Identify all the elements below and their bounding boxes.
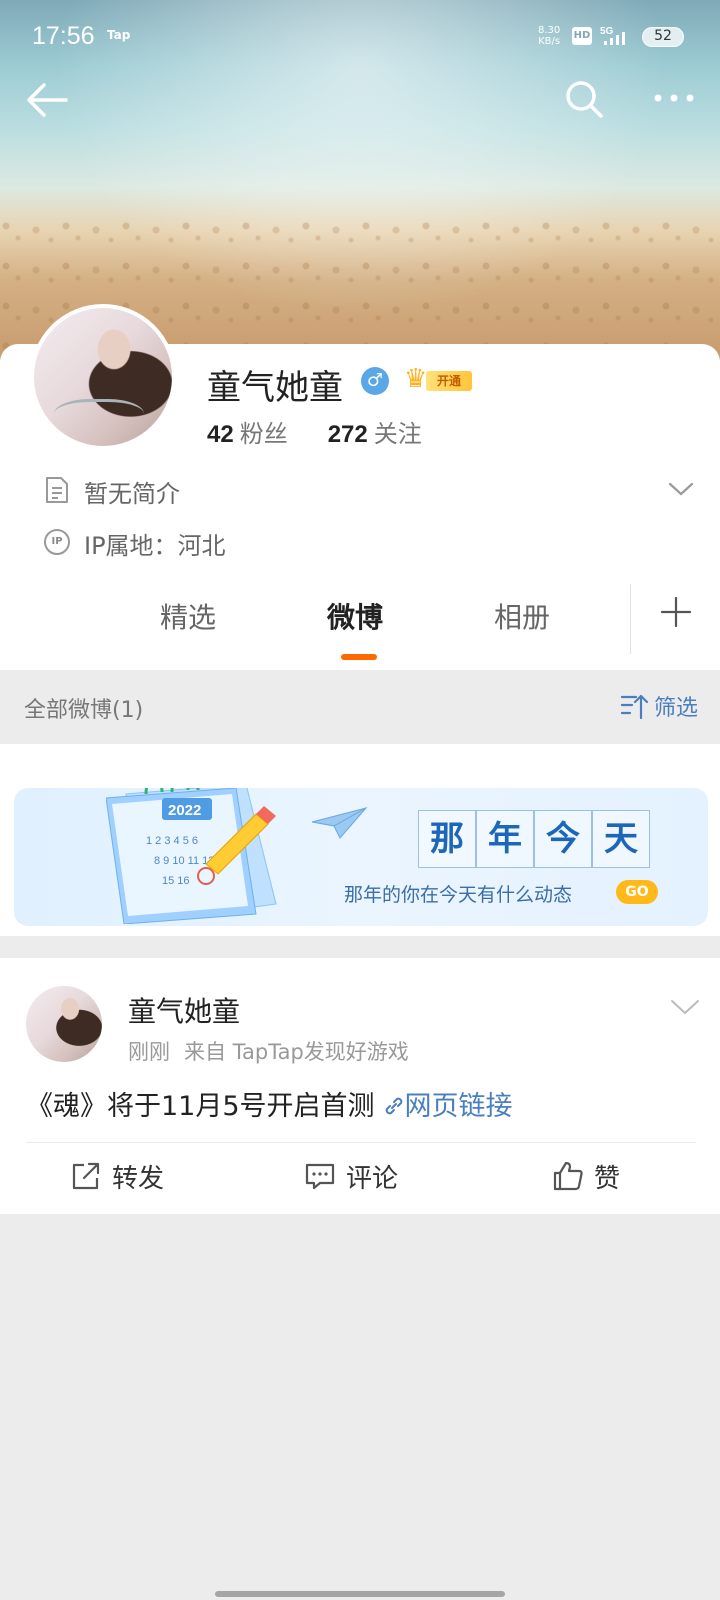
svg-text:5G: 5G <box>600 26 614 37</box>
banner-section: 2022 1 2 3 4 5 6 8 9 10 11 12 15 16 那年今天… <box>0 744 720 936</box>
title-char: 今 <box>534 810 592 868</box>
weibo-filter-bar: 全部微博(1) 筛选 <box>0 670 720 744</box>
hd-voice-icon: HD <box>572 27 592 45</box>
weibo-post-card[interactable]: 童气她童 刚刚 来自 TapTap发现好游戏 《魂》将于11月5号开启首测 网页链接… <box>0 958 720 1214</box>
fans-stat[interactable]: 42 粉丝 <box>207 420 288 448</box>
following-count: 272 <box>327 421 368 448</box>
crown-icon: ♛ <box>404 364 428 394</box>
paper-plane-icon <box>311 807 368 839</box>
all-weibo-count: 全部微博(1) <box>24 698 144 723</box>
title-char: 年 <box>476 810 534 868</box>
fans-label: 粉丝 <box>239 420 288 448</box>
profile-tabs: 精选 微博 相册 <box>0 584 720 670</box>
network-speed-unit: KB/s <box>538 36 561 47</box>
post-source: 来自 TapTap发现好游戏 <box>184 1040 409 1064</box>
like-label: 赞 <box>594 1164 621 1194</box>
repost-label: 转发 <box>112 1164 165 1194</box>
post-content: 《魂》将于11月5号开启首测 网页链接 <box>26 1084 513 1123</box>
fans-count: 42 <box>207 421 234 448</box>
on-this-day-title: 那年今天 <box>418 810 650 868</box>
post-author-name[interactable]: 童气她童 <box>128 990 240 1030</box>
post-menu-chevron-icon[interactable] <box>670 998 700 1016</box>
male-gender-icon: ♂ <box>361 367 389 395</box>
comment-icon <box>305 1163 335 1190</box>
on-this-day-banner[interactable]: 2022 1 2 3 4 5 6 8 9 10 11 12 15 16 那年今天… <box>14 788 708 926</box>
tab-weibo[interactable]: 微博 <box>327 596 383 636</box>
svg-text:1 2 3 4 5 6: 1 2 3 4 5 6 <box>146 835 198 847</box>
following-stat[interactable]: 272 关注 <box>328 420 422 448</box>
filter-icon <box>620 694 648 720</box>
following-label: 关注 <box>373 420 422 448</box>
status-bar: 17:56 Tap 8.30 KB/s HD 5G 52 <box>0 0 720 72</box>
repost-icon <box>72 1162 100 1190</box>
status-time: 17:56 <box>32 22 95 50</box>
ip-location-text: IP属地：河北 <box>84 532 226 560</box>
thumbs-up-icon <box>553 1161 583 1191</box>
network-speed-value: 8.30 <box>538 25 561 36</box>
title-char: 那 <box>418 810 476 868</box>
post-meta: 刚刚 来自 TapTap发现好游戏 <box>128 1036 409 1066</box>
vip-open-badge[interactable]: ♛ 开通 <box>404 364 472 396</box>
ip-icon: IP <box>44 529 70 555</box>
svg-text:15 16: 15 16 <box>162 875 190 887</box>
title-char: 天 <box>592 810 650 868</box>
profile-intro-row[interactable]: 暂无简介 <box>44 474 694 508</box>
battery-indicator: 52 <box>642 27 684 47</box>
profile-avatar[interactable] <box>30 304 176 450</box>
vip-open-label: 开通 <box>426 371 472 391</box>
web-link-label: 网页链接 <box>404 1091 513 1122</box>
back-arrow-icon[interactable] <box>24 80 70 120</box>
profile-intro-text: 暂无简介 <box>84 480 180 508</box>
profile-stats: 42 粉丝 272 关注 <box>207 414 422 449</box>
link-icon <box>385 1097 402 1115</box>
tab-album[interactable]: 相册 <box>494 596 550 636</box>
post-divider <box>26 1142 696 1143</box>
tap-notification-icon: Tap <box>107 28 131 42</box>
svg-text:8 9 10 11 12: 8 9 10 11 12 <box>154 855 214 867</box>
post-text: 《魂》将于11月5号开启首测 <box>26 1091 375 1122</box>
tab-divider <box>630 584 631 654</box>
filter-label: 筛选 <box>654 696 699 721</box>
home-indicator-bar[interactable] <box>215 1591 505 1597</box>
document-icon <box>46 477 68 503</box>
post-author-avatar[interactable] <box>26 986 102 1062</box>
go-button[interactable]: GO <box>616 880 658 904</box>
signal-5g-icon: 5G <box>600 26 625 45</box>
post-time: 刚刚 <box>128 1040 170 1064</box>
active-tab-indicator <box>341 654 377 660</box>
comment-label: 评论 <box>346 1164 399 1194</box>
search-icon[interactable] <box>563 78 605 120</box>
web-link[interactable]: 网页链接 <box>383 1091 513 1122</box>
calendar-year: 2022 <box>168 802 201 819</box>
profile-username: 童气她童 <box>207 368 343 408</box>
on-this-day-subtitle: 那年的你在今天有什么动态 <box>344 884 573 906</box>
network-speed: 8.30 KB/s <box>538 25 560 47</box>
calendar-illustration: 2022 1 2 3 4 5 6 8 9 10 11 12 15 16 <box>106 788 277 924</box>
add-tab-plus-icon[interactable] <box>660 596 692 628</box>
tab-featured[interactable]: 精选 <box>160 596 216 636</box>
more-options-icon[interactable] <box>650 80 698 120</box>
chevron-down-icon[interactable] <box>668 480 694 498</box>
